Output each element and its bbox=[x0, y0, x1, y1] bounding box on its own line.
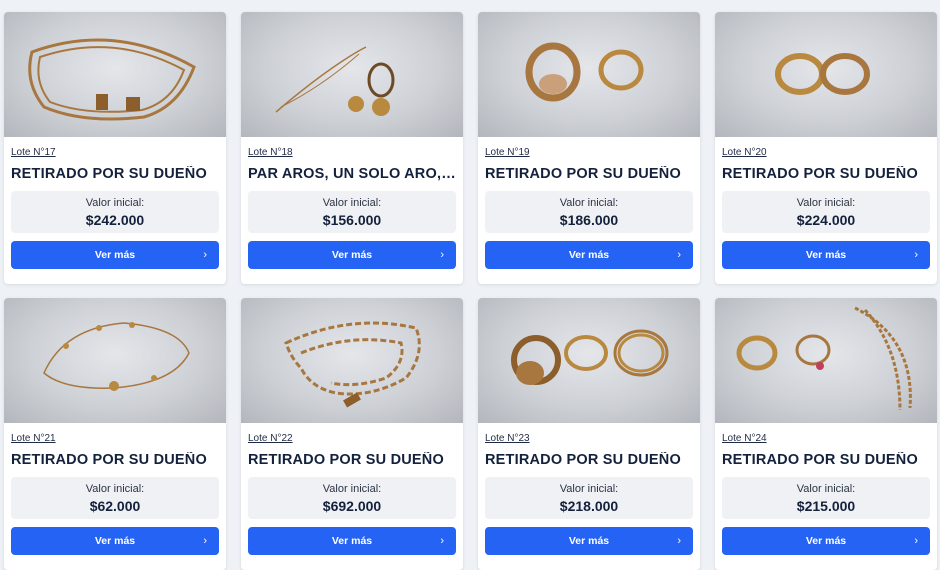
chevron-right-icon: › bbox=[440, 535, 444, 547]
price-label: Valor inicial: bbox=[85, 197, 145, 209]
price-value: $218.000 bbox=[559, 498, 619, 514]
lot-card[interactable]: Lote N°20 RETIRADO POR SU DUEÑO Valor in… bbox=[715, 12, 937, 284]
price-label: Valor inicial: bbox=[559, 483, 619, 495]
lot-title: RETIRADO POR SU DUEÑO bbox=[722, 452, 918, 468]
chevron-right-icon: › bbox=[677, 535, 681, 547]
price-box: Valor inicial: $224.000 bbox=[722, 191, 930, 233]
ver-mas-label: Ver más bbox=[805, 535, 847, 547]
ver-mas-button[interactable]: Ver más › bbox=[248, 241, 456, 269]
ver-mas-label: Ver más bbox=[94, 535, 136, 547]
lot-card[interactable]: Lote N°23 RETIRADO POR SU DUEÑO Valor in… bbox=[478, 298, 700, 570]
lot-card[interactable]: Lote N°18 PAR AROS, UN SOLO ARO, G... Va… bbox=[241, 12, 463, 284]
lot-card[interactable]: Lote N°22 RETIRADO POR SU DUEÑO Valor in… bbox=[241, 298, 463, 570]
price-box: Valor inicial: $186.000 bbox=[485, 191, 693, 233]
ver-mas-label: Ver más bbox=[568, 535, 610, 547]
price-box: Valor inicial: $692.000 bbox=[248, 477, 456, 519]
lot-title: RETIRADO POR SU DUEÑO bbox=[485, 452, 681, 468]
lot-title: RETIRADO POR SU DUEÑO bbox=[11, 166, 207, 182]
lot-image-figaro-chain[interactable] bbox=[241, 298, 463, 423]
ver-mas-button[interactable]: Ver más › bbox=[11, 527, 219, 555]
lot-image-gold-chain-bracelet[interactable] bbox=[4, 12, 226, 137]
price-value: $186.000 bbox=[559, 212, 619, 228]
lot-title: RETIRADO POR SU DUEÑO bbox=[722, 166, 918, 182]
price-box: Valor inicial: $156.000 bbox=[248, 191, 456, 233]
lot-title: RETIRADO POR SU DUEÑO bbox=[11, 452, 207, 468]
price-value: $62.000 bbox=[89, 498, 141, 514]
ver-mas-button[interactable]: Ver más › bbox=[485, 241, 693, 269]
ver-mas-label: Ver más bbox=[331, 535, 373, 547]
price-box: Valor inicial: $242.000 bbox=[11, 191, 219, 233]
lot-card[interactable]: Lote N°21 RETIRADO POR SU DUEÑO Valor in… bbox=[4, 298, 226, 570]
lot-number-link[interactable]: Lote N°19 bbox=[485, 147, 530, 158]
chevron-right-icon: › bbox=[440, 249, 444, 261]
price-value: $242.000 bbox=[85, 212, 145, 228]
lot-title: RETIRADO POR SU DUEÑO bbox=[485, 166, 681, 182]
ver-mas-button[interactable]: Ver más › bbox=[722, 527, 930, 555]
chevron-right-icon: › bbox=[677, 249, 681, 261]
lot-image-three-rings[interactable] bbox=[478, 298, 700, 423]
lot-card[interactable]: Lote N°17 RETIRADO POR SU DUEÑO Valor in… bbox=[4, 12, 226, 284]
lot-number-link[interactable]: Lote N°18 bbox=[248, 147, 293, 158]
price-box: Valor inicial: $215.000 bbox=[722, 477, 930, 519]
chevron-right-icon: › bbox=[203, 249, 207, 261]
lot-image-earrings-and-chain[interactable] bbox=[241, 12, 463, 137]
lot-image-two-wedding-bands[interactable] bbox=[715, 12, 937, 137]
lot-card[interactable]: Lote N°24 RETIRADO POR SU DUEÑO Valor in… bbox=[715, 298, 937, 570]
lot-image-rings-and-chain[interactable] bbox=[715, 298, 937, 423]
price-value: $215.000 bbox=[796, 498, 856, 514]
price-label: Valor inicial: bbox=[796, 197, 856, 209]
price-label: Valor inicial: bbox=[322, 197, 382, 209]
lot-card[interactable]: Lote N°19 RETIRADO POR SU DUEÑO Valor in… bbox=[478, 12, 700, 284]
price-value: $156.000 bbox=[322, 212, 382, 228]
price-label: Valor inicial: bbox=[796, 483, 856, 495]
price-box: Valor inicial: $62.000 bbox=[11, 477, 219, 519]
lot-number-link[interactable]: Lote N°24 bbox=[722, 433, 767, 444]
lot-number-link[interactable]: Lote N°21 bbox=[11, 433, 56, 444]
lot-title: PAR AROS, UN SOLO ARO, G... bbox=[248, 166, 456, 182]
ver-mas-label: Ver más bbox=[331, 249, 373, 261]
lot-title: RETIRADO POR SU DUEÑO bbox=[248, 452, 444, 468]
lot-image-two-rings[interactable] bbox=[478, 12, 700, 137]
chevron-right-icon: › bbox=[203, 535, 207, 547]
price-value: $692.000 bbox=[322, 498, 382, 514]
lot-number-link[interactable]: Lote N°22 bbox=[248, 433, 293, 444]
lot-image-beaded-bracelet[interactable] bbox=[4, 298, 226, 423]
ver-mas-label: Ver más bbox=[805, 249, 847, 261]
price-label: Valor inicial: bbox=[559, 197, 619, 209]
ver-mas-button[interactable]: Ver más › bbox=[485, 527, 693, 555]
price-value: $224.000 bbox=[796, 212, 856, 228]
lot-number-link[interactable]: Lote N°20 bbox=[722, 147, 767, 158]
price-box: Valor inicial: $218.000 bbox=[485, 477, 693, 519]
lot-number-link[interactable]: Lote N°17 bbox=[11, 147, 56, 158]
price-label: Valor inicial: bbox=[322, 483, 382, 495]
lots-grid: Lote N°17 RETIRADO POR SU DUEÑO Valor in… bbox=[0, 0, 940, 570]
ver-mas-label: Ver más bbox=[94, 249, 136, 261]
lot-number-link[interactable]: Lote N°23 bbox=[485, 433, 530, 444]
chevron-right-icon: › bbox=[914, 535, 918, 547]
chevron-right-icon: › bbox=[914, 249, 918, 261]
ver-mas-button[interactable]: Ver más › bbox=[11, 241, 219, 269]
ver-mas-label: Ver más bbox=[568, 249, 610, 261]
ver-mas-button[interactable]: Ver más › bbox=[722, 241, 930, 269]
price-label: Valor inicial: bbox=[85, 483, 145, 495]
ver-mas-button[interactable]: Ver más › bbox=[248, 527, 456, 555]
